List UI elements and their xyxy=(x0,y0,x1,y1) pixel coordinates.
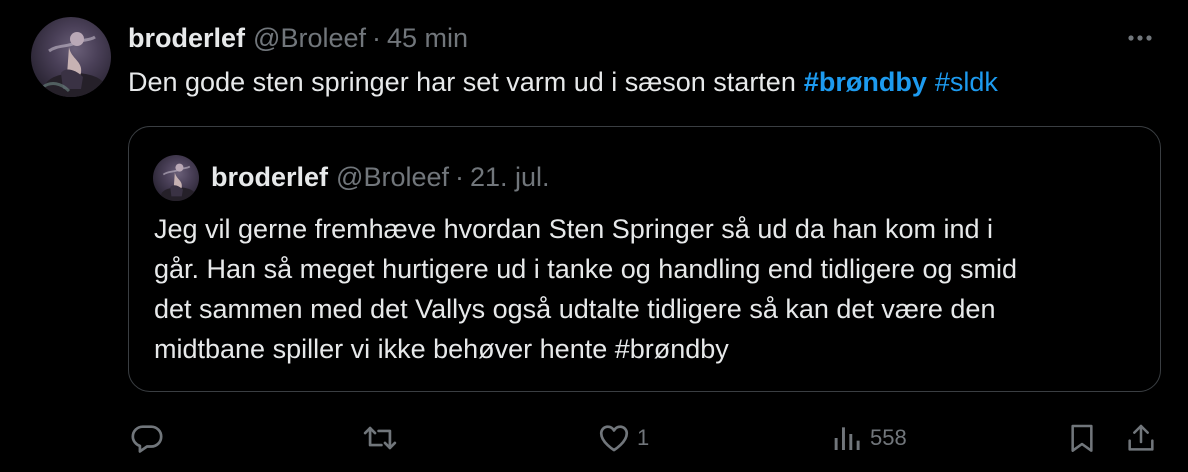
quoted-avatar xyxy=(153,155,199,201)
tweet-header: broderlef @Broleef · 45 min xyxy=(128,19,468,57)
avatar-image xyxy=(161,163,196,201)
views-button[interactable]: 558 xyxy=(832,414,907,462)
quoted-author-handle: @Broleef xyxy=(336,161,449,192)
heart-icon xyxy=(599,425,629,452)
quoted-text-line: Jeg vil gerne fremhæve hvordan Sten Spri… xyxy=(154,214,993,244)
avatar-image xyxy=(42,32,105,97)
bookmark-icon xyxy=(1071,424,1093,452)
quoted-text-line: det sammen med det Vallys også udtalte t… xyxy=(154,294,996,324)
action-bar: 1 558 xyxy=(0,414,1188,464)
quoted-tweet-text: Jeg vil gerne fremhæve hvordan Sten Spri… xyxy=(154,209,1144,369)
author-handle[interactable]: @Broleef xyxy=(253,23,366,54)
reply-button[interactable] xyxy=(130,414,164,462)
share-icon xyxy=(1128,424,1154,451)
like-count: 1 xyxy=(637,425,650,450)
hashtag-link[interactable]: #brøndby xyxy=(804,67,927,98)
separator-dot: · xyxy=(455,161,464,192)
separator-dot: · xyxy=(372,22,381,53)
quoted-tweet[interactable]: broderlef @Broleef · 21. jul. Jeg vil ge… xyxy=(128,126,1161,392)
quoted-author-display-name: broderlef xyxy=(211,161,329,192)
views-icon xyxy=(834,427,860,450)
more-horizontal-icon xyxy=(1128,35,1152,41)
views-count: 558 xyxy=(870,425,907,450)
quoted-tweet-header: broderlef @Broleef · 21. jul. xyxy=(211,158,550,196)
share-button[interactable] xyxy=(1125,414,1157,462)
tweet-text: Den gode sten springer har set varm ud i… xyxy=(128,62,998,102)
bookmark-button[interactable] xyxy=(1066,414,1098,462)
tweet-timestamp[interactable]: 45 min xyxy=(387,23,468,54)
retweet-icon xyxy=(363,426,397,450)
more-options-button[interactable] xyxy=(1125,28,1155,48)
retweet-button[interactable] xyxy=(361,414,399,462)
hashtag-link[interactable]: #sldk xyxy=(935,67,998,98)
quoted-tweet-date: 21. jul. xyxy=(470,161,550,192)
author-display-name[interactable]: broderlef xyxy=(128,23,245,54)
tweet-text-body: Den gode sten springer har set varm ud i… xyxy=(128,66,796,97)
avatar[interactable] xyxy=(31,17,111,97)
quoted-text-line: midtbane spiller vi ikke behøver hente #… xyxy=(154,334,729,364)
like-button[interactable]: 1 xyxy=(597,414,649,462)
quoted-text-line: går. Han så meget hurtigere ud i tanke o… xyxy=(154,254,1018,284)
reply-icon xyxy=(131,425,163,453)
